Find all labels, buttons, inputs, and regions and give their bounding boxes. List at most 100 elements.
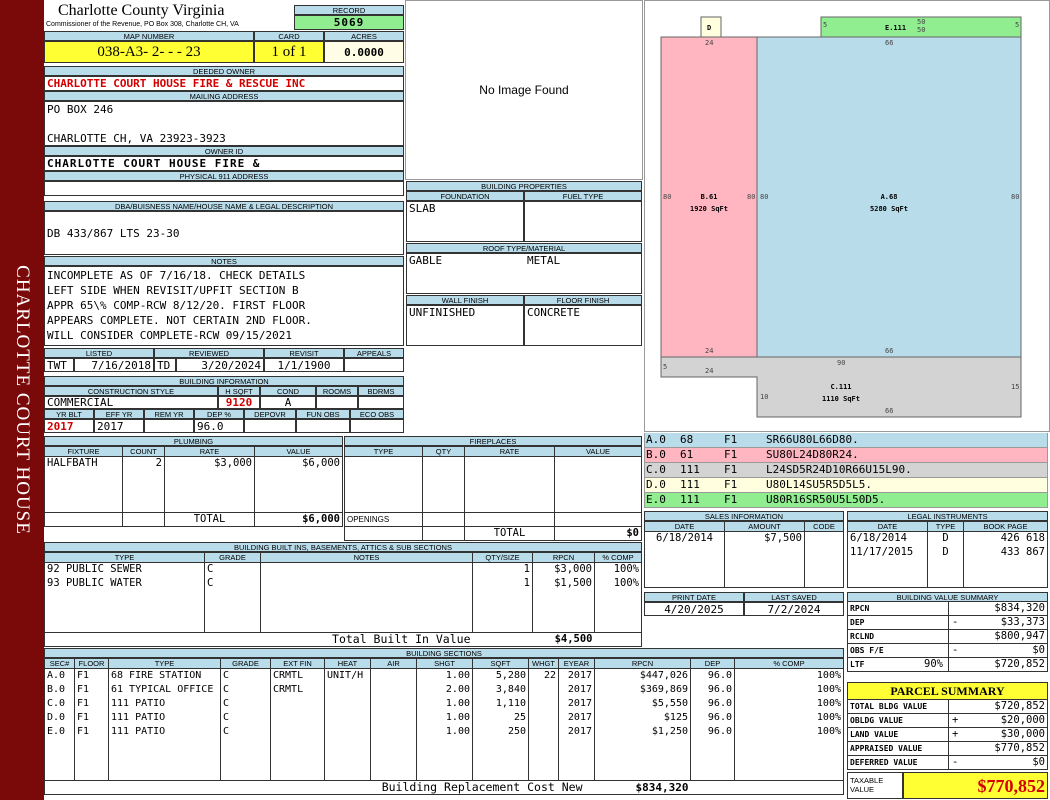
section-type: 111 PATIO <box>108 710 221 725</box>
appeals-date <box>344 358 404 372</box>
col-dep: DEP <box>690 658 735 669</box>
grade: C <box>204 562 261 577</box>
table-row <box>847 559 1048 574</box>
dim: 66 <box>885 39 893 47</box>
qty: 1 <box>472 562 533 577</box>
section-floor: F1 <box>74 724 109 739</box>
table-row <box>644 573 844 588</box>
summary-row: TOTAL BLDG VALUE $720,852 <box>847 700 1048 714</box>
section-grade: C <box>220 682 271 697</box>
section-comp: 100% <box>734 668 844 683</box>
table-row: HALFBATH 2 $3,000 $6,000 <box>44 456 343 471</box>
col-comp: % COMP <box>594 552 642 563</box>
map-number: 038-A3- 2- - - 23 <box>44 41 254 63</box>
section-sqft: 3,840 <box>472 682 529 697</box>
section-whgt: 22 <box>528 668 559 683</box>
dim: 5 <box>1015 21 1019 29</box>
summary-value: $0 <box>1032 644 1045 656</box>
physical-address-label: PHYSICAL 911 ADDRESS <box>44 171 404 181</box>
builtins-total-label: Total Built In Value <box>44 632 473 647</box>
plumbing-label: PLUMBING <box>44 436 343 446</box>
summary-label: OBLDG VALUE <box>850 716 903 725</box>
col-date: DATE <box>847 521 928 532</box>
col-qty: QTY <box>422 446 465 457</box>
dep-pct-label: DEP % <box>194 409 244 419</box>
vector-id: E.0 <box>646 493 666 506</box>
no-image-text: No Image Found <box>479 83 569 97</box>
summary-label: DEP <box>850 618 865 627</box>
listed-date: 7/16/2018 <box>74 358 154 372</box>
section-comp: 100% <box>734 710 844 725</box>
section-air <box>370 668 417 683</box>
type: 93 PUBLIC WATER <box>44 576 205 591</box>
owner-id-label: OWNER ID <box>44 146 404 156</box>
sections-table: SEC# FLOOR TYPE GRADE EXT FIN HEAT AIR SHGT SQFT… <box>44 658 844 795</box>
eco-obs-label: ECO OBS <box>350 409 404 419</box>
sidebar-title: CHARLOTTE COURT HOUSE <box>12 265 33 535</box>
fuel-type-label: FUEL TYPE <box>524 191 642 201</box>
summary-label: RCLND <box>850 632 875 641</box>
acres-label: ACRES <box>324 31 404 41</box>
section-dep: 96.0 <box>690 682 735 697</box>
builtins-total: $4,500 <box>472 632 595 647</box>
openings-row: OPENINGS <box>344 512 642 527</box>
rate: $3,000 <box>164 456 255 471</box>
summary-value: $0 <box>1032 756 1045 768</box>
section-floor: F1 <box>74 682 109 697</box>
section-whgt <box>528 682 559 697</box>
section-sec: B.0 <box>44 682 75 697</box>
notes: INCOMPLETE AS OF 7/16/18. CHECK DETAILS … <box>44 266 404 346</box>
table-row <box>344 498 642 513</box>
rem-yr <box>144 419 194 433</box>
section-sqft: 25 <box>472 710 529 725</box>
record-number: 5069 <box>294 15 404 30</box>
sketch-area: D E.111 B.61 1920 SqFt A.68 5280 SqFt C.… <box>644 0 1050 432</box>
section-dep: 96.0 <box>690 696 735 711</box>
table-row: 93 PUBLIC WATER C 1 $1,500 100% <box>44 576 642 591</box>
acres-value: 0.0000 <box>324 41 404 63</box>
col-sqft: SQFT <box>472 658 529 669</box>
table-row: 6/18/2014 D 426 618 <box>847 531 1048 546</box>
vector-row: B.0 61 F1 SU80L24D80R24. <box>644 448 1048 463</box>
vector-id: D.0 <box>646 478 666 491</box>
dim: 24 <box>705 347 713 355</box>
roof: GABLE METAL <box>406 253 642 294</box>
building-info-label: BUILDING INFORMATION <box>44 376 404 386</box>
rpcn: $1,500 <box>532 576 595 591</box>
section-heat <box>324 724 371 739</box>
summary-row: LTF 90% $720,852 <box>847 658 1048 672</box>
dim: 24 <box>705 39 713 47</box>
section-ext: CRMTL <box>270 682 325 697</box>
section-rpcn: $1,250 <box>594 724 691 739</box>
section-grade: C <box>220 724 271 739</box>
col-eyear: EYEAR <box>558 658 595 669</box>
table-row <box>644 545 844 560</box>
col-qty: QTY/SIZE <box>472 552 533 563</box>
roof-material: METAL <box>527 254 561 267</box>
vector-floor: F1 <box>724 478 738 491</box>
col-type: TYPE <box>927 521 964 532</box>
reviewed-date: 3/20/2024 <box>176 358 264 372</box>
summary-value: $20,000 <box>1000 714 1045 726</box>
legal-label: LEGAL INSTRUMENTS <box>847 511 1048 521</box>
note-line: APPR 65\% COMP-RCW 8/12/20. FIRST FLOOR <box>47 299 306 312</box>
floor-finish-label: FLOOR FINISH <box>524 295 642 305</box>
section-floor: F1 <box>74 668 109 683</box>
vector-floor: F1 <box>724 448 738 461</box>
table-row <box>44 604 642 619</box>
col-rate: RATE <box>464 446 555 457</box>
parcel-summary: TOTAL BLDG VALUE $720,852 OBLDG VALUE + $20,… <box>847 700 1048 770</box>
col-floor: FLOOR <box>74 658 109 669</box>
col-shgt: SHGT <box>416 658 473 669</box>
sale-code <box>804 531 844 546</box>
summary-value: $30,000 <box>1000 728 1045 740</box>
section-shgt: 1.00 <box>416 668 473 683</box>
value: $6,000 <box>254 456 343 471</box>
summary-value: $33,373 <box>1000 616 1045 628</box>
legal-book: 426 618 <box>963 531 1048 546</box>
section-eyear: 2017 <box>558 724 595 739</box>
foundation: SLAB <box>406 201 524 242</box>
legal-book: 433 867 <box>963 545 1048 560</box>
summary-label: DEFERRED VALUE <box>850 758 918 767</box>
section-sqft: 1,110 <box>472 696 529 711</box>
